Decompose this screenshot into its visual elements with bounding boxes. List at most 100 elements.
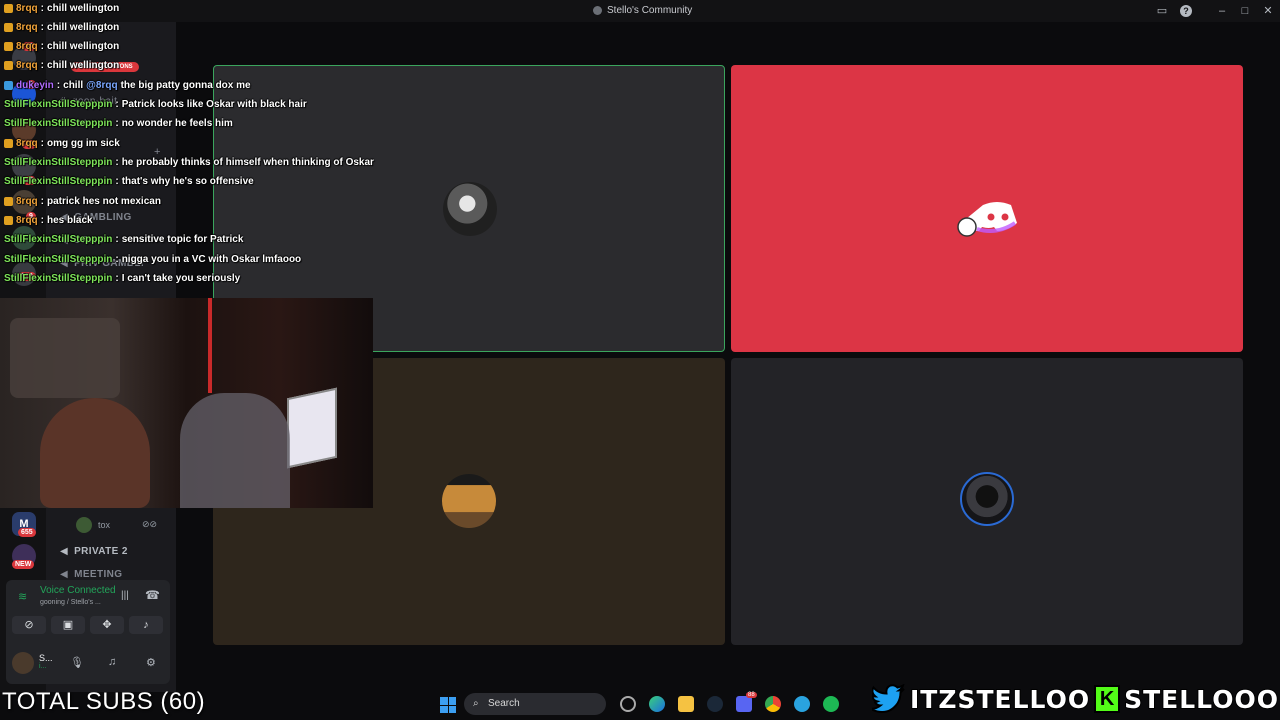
chat-message: 8rqq : chill wellington — [4, 41, 119, 52]
chat-text: I can't take you seriously — [121, 273, 241, 284]
chat-text: hes black — [47, 215, 93, 226]
badge-icon — [4, 23, 13, 32]
twitter-handle: ITZSTELLOO — [909, 684, 1091, 715]
chat-mention: @8rqq — [86, 80, 118, 91]
chat-text: chill wellington — [47, 41, 120, 52]
app-icon[interactable] — [620, 696, 636, 712]
server-icon — [593, 6, 602, 15]
edge-icon[interactable] — [649, 696, 665, 712]
badge-icon — [4, 81, 13, 90]
mention-badge: 655 — [18, 528, 36, 537]
chat-message: dukeyin : chill @8rqq the big patty gonn… — [4, 80, 251, 91]
noise-suppression-icon[interactable]: ||| — [121, 590, 129, 601]
chat-text: no wonder he feels him — [121, 118, 233, 129]
close-button[interactable]: ✕ — [1262, 5, 1274, 17]
chrome-icon[interactable] — [765, 696, 781, 712]
chat-text: chill wellington — [47, 3, 120, 14]
kick-handle: STELLOOO — [1123, 684, 1279, 715]
search-placeholder: Search — [488, 698, 520, 709]
chat-username: 8rqq — [16, 138, 38, 149]
chat-text: that's why he's so offensive — [121, 176, 254, 187]
window-title-text: Stello's Community — [607, 5, 693, 16]
folder-icon[interactable] — [678, 696, 694, 712]
telegram-icon[interactable] — [794, 696, 810, 712]
chat-text: Patrick looks like Oskar with black hair — [121, 99, 307, 110]
screen-share-button[interactable]: ▣ — [51, 616, 85, 634]
twitter-icon — [872, 684, 905, 714]
channel-label: PRIVATE 2 — [74, 546, 128, 557]
new-badge: NEW — [12, 560, 35, 569]
channel-private-2[interactable]: ◀ PRIVATE 2 — [60, 546, 128, 557]
participant-avatar — [960, 472, 1014, 526]
chat-message: 8rqq : chill wellington — [4, 3, 119, 14]
chat-username: StillFlexinStillStepppin — [4, 234, 113, 245]
chat-text: chill wellington — [47, 22, 120, 33]
participant-tile[interactable] — [731, 65, 1243, 352]
chat-message: 8rqq : chill wellington — [4, 22, 119, 33]
activities-button[interactable]: ✥ — [90, 616, 124, 634]
badge-icon — [4, 216, 13, 225]
avatar[interactable] — [12, 652, 34, 674]
inbox-icon[interactable]: ▭ — [1156, 5, 1168, 17]
discord-icon[interactable] — [736, 696, 752, 712]
chat-username: 8rqq — [16, 215, 38, 226]
headphones-icon[interactable]: ♫ — [108, 656, 116, 668]
chat-username: 8rqq — [16, 41, 38, 52]
discord-logo-icon — [957, 202, 1017, 237]
chat-username: StillFlexinStillStepppin — [4, 118, 113, 129]
participant-avatar — [442, 474, 496, 528]
badge-icon — [4, 139, 13, 148]
chat-username: 8rqq — [16, 22, 38, 33]
channel-meeting[interactable]: ◀ MEETING — [60, 569, 122, 580]
chat-text: omg gg im sick — [47, 138, 120, 149]
search-icon: ⌕ — [473, 698, 479, 709]
chat-username: 8rqq — [16, 60, 38, 71]
chat-message: 8rqq : omg gg im sick — [4, 138, 120, 149]
voice-member-name[interactable]: tox — [98, 520, 110, 530]
chat-message: StillFlexinStillStepppin : he probably t… — [4, 157, 374, 168]
spotify-icon[interactable] — [823, 696, 839, 712]
user-name[interactable]: S... — [39, 653, 53, 663]
avatar — [76, 517, 92, 533]
disconnect-icon[interactable]: ☎ — [145, 588, 160, 602]
signal-icon: ≋ — [18, 591, 28, 603]
camera-off-button[interactable]: ⊘ — [12, 616, 46, 634]
webcam-feed — [0, 298, 373, 508]
chat-username: StillFlexinStillStepppin — [4, 99, 113, 110]
minimize-button[interactable]: – — [1216, 5, 1228, 17]
taskbar-search[interactable]: ⌕ Search — [464, 693, 606, 715]
muted-icon: ⊘⊘ — [142, 519, 158, 529]
participant-tile[interactable] — [731, 358, 1243, 645]
chat-text: he probably thinks of himself when think… — [121, 157, 374, 168]
chat-text: chill wellington — [47, 60, 120, 71]
badge-icon — [4, 42, 13, 51]
steam-icon[interactable] — [707, 696, 723, 712]
windows-start-icon[interactable] — [440, 697, 456, 713]
maximize-button[interactable]: □ — [1239, 5, 1251, 17]
chat-message: 8rqq : chill wellington — [4, 60, 119, 71]
total-subs-counter: TOTAL SUBS (60) — [2, 688, 206, 715]
chat-message: 8rqq : hes black — [4, 215, 93, 226]
soundboard-button[interactable]: ♪ — [129, 616, 163, 634]
discord-badge: 88 — [746, 692, 757, 698]
chat-username: 8rqq — [16, 196, 38, 207]
chat-username: dukeyin — [16, 80, 54, 91]
chat-username: 8rqq — [16, 3, 38, 14]
chat-username: StillFlexinStillStepppin — [4, 273, 113, 284]
chat-message: StillFlexinStillStepppin : Patrick looks… — [4, 99, 307, 110]
settings-gear-icon[interactable]: ⚙ — [146, 656, 156, 669]
user-status: i... — [39, 663, 47, 670]
chat-text: chill — [63, 80, 84, 91]
chat-message: StillFlexinStillStepppin : nigga you in … — [4, 254, 302, 265]
chat-message: StillFlexinStillStepppin : I can't take … — [4, 273, 241, 284]
social-handles: ITZSTELLOO K STELLOOO — [872, 682, 1279, 716]
chat-username: StillFlexinStillStepppin — [4, 157, 113, 168]
voice-channel-path[interactable]: gooning / Stello's ... — [40, 599, 101, 606]
badge-icon — [4, 197, 13, 206]
help-icon[interactable]: ? — [1180, 5, 1192, 17]
voice-status[interactable]: Voice Connected — [40, 585, 116, 596]
microphone-icon[interactable]: 🎙︎ — [70, 656, 84, 669]
chat-text: patrick hes not mexican — [47, 196, 161, 207]
chat-message: 8rqq : patrick hes not mexican — [4, 196, 161, 207]
kick-icon: K — [1094, 685, 1121, 713]
